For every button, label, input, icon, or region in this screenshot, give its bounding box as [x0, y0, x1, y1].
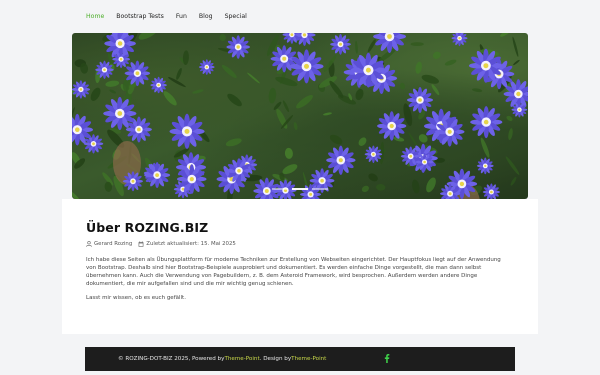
page: Home Bootstrap Tests Fun Blog Special Üb…: [0, 0, 600, 375]
carousel-indicator-2[interactable]: [292, 188, 308, 190]
hero-carousel[interactable]: [72, 33, 528, 199]
hero-flowers-image: [72, 33, 528, 199]
last-updated-date: Zuletzt aktualisiert: 15. Mai 2025: [146, 241, 236, 247]
nav-home[interactable]: Home: [86, 13, 104, 20]
date-meta: Zuletzt aktualisiert: 15. Mai 2025: [138, 241, 236, 247]
article-paragraph-2: Lasst mir wissen, ob es euch gefällt.: [86, 295, 186, 301]
nav-blog[interactable]: Blog: [199, 13, 213, 20]
article-card: Über ROZING.BIZ Gerard Rozing Zuletzt ak…: [62, 199, 538, 334]
nav-special[interactable]: Special: [225, 13, 247, 20]
carousel-indicator-3[interactable]: [312, 188, 328, 190]
user-icon: [86, 241, 92, 247]
article-paragraph-1: Ich habe diese Seiten als Übungsplattfor…: [86, 257, 501, 287]
nav-bootstrap-tests[interactable]: Bootstrap Tests: [116, 13, 164, 20]
carousel-indicators: [272, 188, 328, 190]
author-link[interactable]: Gerard Rozing: [94, 241, 132, 247]
footer-design-text: . Design by: [259, 356, 292, 362]
article-title: Über ROZING.BIZ: [86, 220, 209, 235]
footer-powered-by-link[interactable]: Theme-Point: [224, 356, 259, 362]
facebook-icon[interactable]: [384, 354, 390, 363]
calendar-icon: [138, 241, 144, 247]
main-navbar: Home Bootstrap Tests Fun Blog Special: [0, 0, 600, 33]
carousel-indicator-1[interactable]: [272, 188, 288, 190]
author-meta: Gerard Rozing: [86, 241, 132, 247]
nav-fun[interactable]: Fun: [176, 13, 187, 20]
footer-copyright: © ROZING-DOT-BIZ 2025, Powered by: [118, 356, 225, 362]
footer-design-link[interactable]: Theme-Point: [291, 356, 326, 362]
article-meta: Gerard Rozing Zuletzt aktualisiert: 15. …: [86, 241, 514, 247]
site-footer: © ROZING-DOT-BIZ 2025, Powered by Theme-…: [85, 347, 515, 371]
